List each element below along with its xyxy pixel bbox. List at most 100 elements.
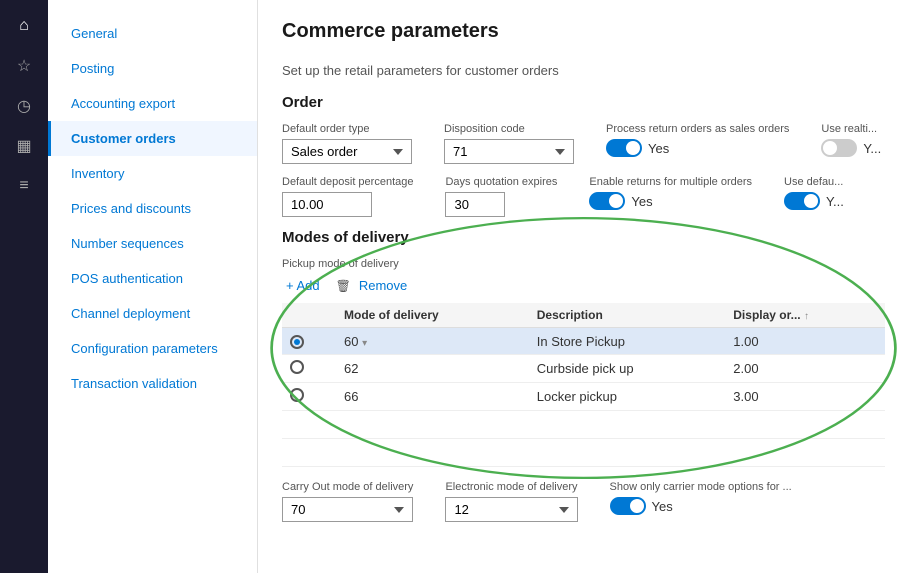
- sidebar-item-transaction-validation[interactable]: Transaction validation: [48, 366, 257, 401]
- calendar-icon[interactable]: ▦: [6, 128, 42, 164]
- col-description: Description: [529, 303, 726, 328]
- remove-button[interactable]: Remove: [355, 276, 411, 295]
- use-realtime-label: Use realti...: [821, 123, 881, 135]
- display-order-cell-1: 1.00: [725, 328, 885, 355]
- radio-button-2[interactable]: [290, 360, 304, 374]
- radio-button-3[interactable]: [290, 388, 304, 402]
- days-quotation-field: Days quotation expires: [445, 176, 557, 217]
- table-row[interactable]: 60 ▾ In Store Pickup 1.00: [282, 328, 885, 355]
- default-order-type-label: Default order type: [282, 123, 412, 135]
- radio-button-1[interactable]: [290, 335, 304, 349]
- enable-returns-multiple-label: Enable returns for multiple orders: [589, 176, 752, 188]
- remove-icon: 🗑: [336, 279, 351, 293]
- use-default-toggle-row: Y...: [784, 192, 844, 210]
- mode-cell-3: 66: [336, 383, 529, 411]
- col-refresh: [312, 303, 336, 328]
- display-order-cell-3: 3.00: [725, 383, 885, 411]
- enable-returns-multiple-text: Yes: [631, 194, 652, 209]
- sidebar: General Posting Accounting export Custom…: [48, 0, 258, 573]
- star-icon[interactable]: ☆: [6, 48, 42, 84]
- col-mode: Mode of delivery: [336, 303, 529, 328]
- delivery-toolbar: + Add 🗑 Remove: [282, 276, 885, 295]
- bottom-delivery-options: Carry Out mode of delivery 70 Electronic…: [282, 481, 885, 522]
- use-default-toggle[interactable]: [784, 192, 820, 210]
- refresh-cell-2: [312, 355, 336, 383]
- sidebar-item-channel-deployment[interactable]: Channel deployment: [48, 296, 257, 331]
- sidebar-item-customer-orders[interactable]: Customer orders: [48, 121, 257, 156]
- process-return-orders-toggle-row: Yes: [606, 139, 789, 157]
- order-section-heading: Order: [282, 94, 885, 111]
- show-only-carrier-toggle[interactable]: [610, 497, 646, 515]
- sort-arrow-icon: ↑: [804, 311, 809, 322]
- description-cell-3: Locker pickup: [529, 383, 726, 411]
- mode-cell-2: 62: [336, 355, 529, 383]
- process-return-orders-text: Yes: [648, 141, 669, 156]
- mode-cell-1: 60 ▾: [336, 328, 529, 355]
- disposition-code-field: Disposition code 71 72: [444, 123, 574, 164]
- enable-returns-multiple-field: Enable returns for multiple orders Yes: [589, 176, 752, 210]
- show-only-carrier-text: Yes: [652, 499, 673, 514]
- carry-out-select[interactable]: 70: [282, 497, 413, 522]
- home-icon[interactable]: ⌂: [6, 8, 42, 44]
- sidebar-item-pos-authentication[interactable]: POS authentication: [48, 261, 257, 296]
- show-only-carrier-toggle-row: Yes: [610, 497, 792, 515]
- electronic-select[interactable]: 12: [445, 497, 577, 522]
- days-quotation-input[interactable]: [445, 192, 505, 217]
- sidebar-item-posting[interactable]: Posting: [48, 51, 257, 86]
- order-form-row-2: Default deposit percentage Days quotatio…: [282, 176, 885, 217]
- nav-rail: ⌂ ☆ ◷ ▦ ≡: [0, 0, 48, 573]
- display-order-cell-2: 2.00: [725, 355, 885, 383]
- disposition-code-select[interactable]: 71 72: [444, 139, 574, 164]
- add-button[interactable]: + Add: [282, 276, 324, 295]
- col-display-order: Display or... ↑: [725, 303, 885, 328]
- use-default-field: Use defau... Y...: [784, 176, 844, 210]
- table-row[interactable]: 66 Locker pickup 3.00: [282, 383, 885, 411]
- radio-inner-1: [294, 339, 300, 345]
- process-return-orders-field: Process return orders as sales orders Ye…: [606, 123, 789, 157]
- sidebar-item-inventory[interactable]: Inventory: [48, 156, 257, 191]
- sidebar-item-prices-discounts[interactable]: Prices and discounts: [48, 191, 257, 226]
- description-cell-1: In Store Pickup: [529, 328, 726, 355]
- default-order-type-select[interactable]: Sales order Quote: [282, 139, 412, 164]
- pickup-mode-label: Pickup mode of delivery: [282, 258, 885, 270]
- electronic-field: Electronic mode of delivery 12: [445, 481, 577, 522]
- show-only-carrier-label: Show only carrier mode options for ...: [610, 481, 792, 493]
- enable-returns-multiple-toggle[interactable]: [589, 192, 625, 210]
- default-deposit-input[interactable]: [282, 192, 372, 217]
- clock-icon[interactable]: ◷: [6, 88, 42, 124]
- carry-out-field: Carry Out mode of delivery 70: [282, 481, 413, 522]
- modes-of-delivery-heading: Modes of delivery: [282, 229, 885, 246]
- main-content: Commerce parameters Set up the retail pa…: [258, 0, 909, 573]
- list-icon[interactable]: ≡: [6, 168, 42, 204]
- use-default-text: Y...: [826, 194, 844, 209]
- order-form-row-1: Default order type Sales order Quote Dis…: [282, 123, 885, 164]
- chevron-icon-1: ▾: [362, 338, 367, 349]
- sidebar-item-configuration-parameters[interactable]: Configuration parameters: [48, 331, 257, 366]
- use-realtime-text: Y...: [863, 141, 881, 156]
- process-return-orders-label: Process return orders as sales orders: [606, 123, 789, 135]
- default-deposit-field: Default deposit percentage: [282, 176, 413, 217]
- table-header-row: Mode of delivery Description Display or.…: [282, 303, 885, 328]
- table-row-empty-2: [282, 439, 885, 467]
- sidebar-item-accounting-export[interactable]: Accounting export: [48, 86, 257, 121]
- sidebar-item-number-sequences[interactable]: Number sequences: [48, 226, 257, 261]
- sidebar-item-general[interactable]: General: [48, 16, 257, 51]
- radio-cell-1: [282, 328, 312, 355]
- modes-of-delivery-container: Modes of delivery Pickup mode of deliver…: [282, 229, 885, 467]
- refresh-cell-3: [312, 383, 336, 411]
- enable-returns-multiple-toggle-row: Yes: [589, 192, 752, 210]
- page-title: Commerce parameters: [282, 20, 885, 43]
- disposition-code-label: Disposition code: [444, 123, 574, 135]
- default-order-type-field: Default order type Sales order Quote: [282, 123, 412, 164]
- table-row[interactable]: 62 Curbside pick up 2.00: [282, 355, 885, 383]
- show-only-carrier-field: Show only carrier mode options for ... Y…: [610, 481, 792, 515]
- electronic-label: Electronic mode of delivery: [445, 481, 577, 493]
- use-realtime-toggle-row: Y...: [821, 139, 881, 157]
- process-return-orders-toggle[interactable]: [606, 139, 642, 157]
- use-realtime-field: Use realti... Y...: [821, 123, 881, 157]
- page-subtitle: Set up the retail parameters for custome…: [282, 63, 885, 78]
- delivery-table: Mode of delivery Description Display or.…: [282, 303, 885, 467]
- use-default-label: Use defau...: [784, 176, 844, 188]
- radio-cell-3: [282, 383, 312, 411]
- use-realtime-toggle[interactable]: [821, 139, 857, 157]
